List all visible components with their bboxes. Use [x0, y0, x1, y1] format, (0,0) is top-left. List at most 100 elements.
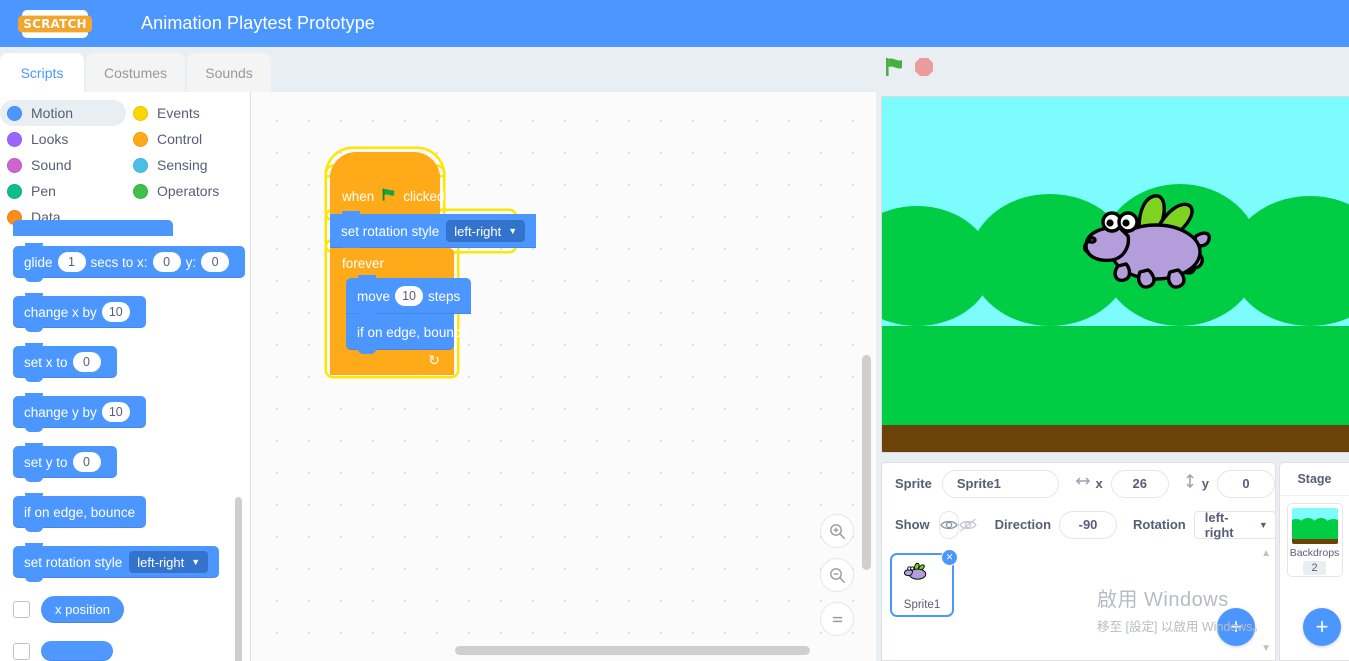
block-label: set rotation style — [341, 223, 440, 239]
canvas-vertical-scrollbar[interactable] — [862, 355, 871, 570]
add-backdrop-button[interactable]: + — [1303, 608, 1341, 646]
block-forever[interactable]: forever move 10 steps if on edge, bounce… — [330, 248, 472, 375]
palette-scrollbar[interactable] — [235, 497, 242, 661]
backdrop-name: Backdrops — [1289, 547, 1340, 559]
rotation-label: Rotation — [1133, 517, 1186, 532]
palette-row: set y to 0 — [13, 443, 250, 482]
palette-block-clipped[interactable] — [13, 220, 173, 236]
tab-sounds[interactable]: Sounds — [187, 53, 272, 92]
block-label: steps — [428, 288, 461, 304]
sprite-hippo[interactable] — [1078, 192, 1228, 309]
block-label: change y by — [24, 404, 97, 420]
rotation-style-dropdown[interactable]: left-right ▼ — [446, 220, 526, 242]
category-operators[interactable]: Operators — [126, 178, 250, 204]
zoom-in-button[interactable] — [820, 514, 854, 548]
category-selector: Motion Events Looks Control Sound Sensin… — [0, 92, 250, 234]
block-label: glide — [24, 254, 53, 270]
rotation-style-select[interactable]: left-right ▼ — [1193, 510, 1276, 540]
category-motion[interactable]: Motion — [0, 100, 126, 126]
palette-block-change-y-by[interactable]: change y by 10 — [13, 393, 146, 432]
forever-label: forever — [342, 255, 385, 271]
control-color-dot — [133, 131, 148, 147]
show-visible-button[interactable] — [938, 510, 959, 539]
glide-y-input[interactable]: 0 — [201, 252, 230, 272]
palette-block-set-x-to[interactable]: set x to 0 — [13, 343, 117, 382]
pen-color-dot — [7, 183, 22, 199]
block-move-steps[interactable]: move 10 steps — [346, 275, 472, 318]
clicked-label: clicked — [403, 188, 445, 204]
sprite-list-scroll-up-icon[interactable]: ▲ — [1261, 548, 1271, 559]
palette-block-set-y-to[interactable]: set y to 0 — [13, 443, 117, 482]
category-events[interactable]: Events — [126, 100, 250, 126]
change-y-input[interactable]: 10 — [101, 402, 130, 422]
delete-sprite-icon[interactable]: ✕ — [941, 549, 958, 566]
block-when-flag-clicked[interactable]: when clicked — [330, 152, 445, 214]
palette-block-if-on-edge-bounce[interactable]: if on edge, bounce — [13, 493, 147, 532]
block-label: set x to — [24, 354, 68, 370]
y-position-checkbox[interactable] — [13, 642, 30, 660]
stop-sign-icon[interactable] — [914, 57, 934, 77]
palette-row — [13, 641, 250, 661]
dropdown-value: left-right — [137, 554, 185, 570]
category-sound[interactable]: Sound — [0, 152, 126, 178]
palette-block-change-x-by[interactable]: change x by 10 — [13, 293, 146, 332]
palette-row: set x to 0 — [13, 343, 250, 382]
show-hidden-button[interactable] — [958, 511, 977, 539]
move-steps-input[interactable]: 10 — [395, 286, 424, 306]
scratch-logo[interactable]: SCRATCH — [18, 9, 92, 38]
tab-scripts[interactable]: Scripts — [0, 53, 84, 92]
glide-secs-input[interactable]: 1 — [57, 252, 86, 272]
block-if-on-edge-bounce[interactable]: if on edge, bounce — [346, 311, 468, 354]
palette-row: set rotation style left-right ▼ — [13, 543, 250, 582]
palette-block-y-position[interactable] — [41, 641, 113, 661]
glide-x-input[interactable]: 0 — [152, 252, 181, 272]
category-sensing[interactable]: Sensing — [126, 152, 250, 178]
block-label: y: — [185, 254, 197, 270]
sprite-direction-input[interactable]: -90 — [1059, 510, 1118, 539]
palette-block-set-rotation-style[interactable]: set rotation style left-right ▼ — [13, 543, 220, 582]
script-canvas[interactable]: when clicked set rotation style left-rig… — [251, 92, 876, 661]
sprite-card-sprite1[interactable]: ✕ Sprite1 — [890, 549, 958, 617]
set-x-input[interactable]: 0 — [72, 352, 101, 372]
sprite-info-row-1: Sprite Sprite1 x 26 y 0 — [882, 463, 1275, 504]
stage-display[interactable] — [881, 96, 1349, 453]
script-stack[interactable]: when clicked set rotation style left-rig… — [330, 152, 537, 375]
change-x-input[interactable]: 10 — [101, 302, 130, 322]
sprite-name-input[interactable]: Sprite1 — [941, 469, 1059, 498]
sprite-y-input[interactable]: 0 — [1217, 469, 1275, 498]
category-control[interactable]: Control — [126, 126, 250, 152]
add-sprite-button[interactable]: + — [1217, 608, 1255, 646]
set-y-input[interactable]: 0 — [72, 452, 101, 472]
chevron-down-icon: ▼ — [191, 556, 201, 567]
sprite-label: Sprite — [895, 476, 932, 491]
tab-costumes[interactable]: Costumes — [86, 53, 186, 92]
events-color-dot — [133, 105, 148, 121]
forever-body: move 10 steps if on edge, bounce — [346, 275, 472, 354]
sprite-list-scroll-down-icon[interactable]: ▼ — [1261, 643, 1271, 654]
canvas-horizontal-scrollbar[interactable] — [455, 646, 810, 655]
category-label: Looks — [31, 131, 69, 147]
stage-panel-title: Stage — [1280, 463, 1349, 496]
backdrop-count: 2 — [1303, 561, 1326, 575]
when-label: when — [342, 188, 375, 204]
category-label: Sound — [31, 157, 72, 173]
zoom-reset-button[interactable] — [820, 602, 854, 636]
green-flag-icon[interactable] — [884, 56, 904, 78]
chevron-down-icon: ▼ — [1258, 519, 1268, 530]
zoom-out-button[interactable] — [820, 558, 854, 592]
block-set-rotation-style[interactable]: set rotation style left-right ▼ — [330, 211, 537, 252]
backdrop-card[interactable]: Backdrops 2 — [1286, 503, 1343, 577]
x-position-checkbox[interactable] — [13, 601, 30, 618]
rotation-style-dropdown[interactable]: left-right ▼ — [129, 551, 209, 573]
stage-column: Sprite Sprite1 x 26 y 0 Show Direction -… — [876, 92, 1349, 661]
block-label: x position — [55, 602, 110, 617]
sprite-x-input[interactable]: 26 — [1110, 469, 1169, 498]
palette-row: x position — [13, 596, 250, 623]
palette-block-list[interactable]: glide 1 secs to x: 0 y: 0 change x by 10… — [0, 220, 250, 661]
category-pen[interactable]: Pen — [0, 178, 126, 204]
stage-ground — [882, 425, 1349, 452]
palette-block-x-position[interactable]: x position — [41, 596, 124, 623]
category-looks[interactable]: Looks — [0, 126, 126, 152]
palette-block-glide[interactable]: glide 1 secs to x: 0 y: 0 — [13, 243, 246, 282]
sensing-color-dot — [133, 157, 148, 173]
